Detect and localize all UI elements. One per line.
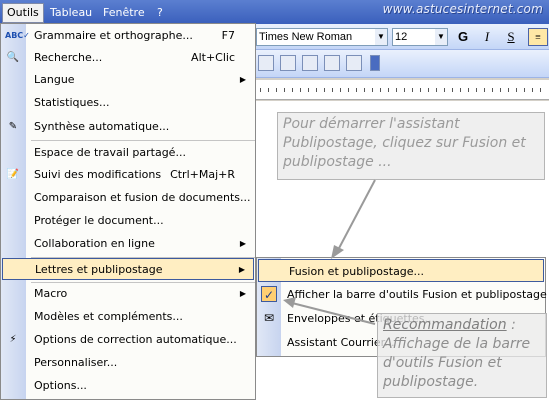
spelling-icon: ABC✓	[5, 31, 30, 40]
menu-item-personnaliser[interactable]: Personnaliser...	[1, 352, 255, 374]
menu-item-correction-auto[interactable]: ⚡ Options de correction automatique...	[1, 329, 255, 351]
callout-heading: Recommandation	[383, 317, 507, 333]
italic-button[interactable]: I	[477, 28, 497, 46]
research-icon: 🔍	[6, 52, 20, 63]
callout-fusion-hint: Pour démarrer l'assistant Publipostage, …	[277, 112, 545, 180]
checkmark-icon: ✓	[261, 286, 277, 302]
underline-button[interactable]: S	[501, 28, 521, 46]
menu-item-lettres-publipostage[interactable]: Lettres et publipostage ▶	[2, 258, 254, 280]
standard-toolbar	[256, 50, 549, 78]
font-name-value: Times New Roman	[259, 31, 353, 43]
submenu-arrow-icon: ▶	[239, 75, 246, 84]
chevron-down-icon[interactable]: ▼	[435, 29, 447, 45]
menu-bar: Outils Tableau Fenêtre ? www.astucesinte…	[0, 0, 549, 24]
menu-item-label: Fusion et publipostage...	[289, 265, 425, 278]
menu-item-recherche[interactable]: 🔍 Recherche... Alt+Clic	[1, 47, 255, 69]
menu-item-label: Langue	[34, 73, 75, 86]
callout-heading-colon: :	[506, 317, 516, 333]
menu-tableau[interactable]: Tableau	[46, 4, 96, 21]
menu-item-suivi[interactable]: 📝 Suivi des modifications Ctrl+Maj+R	[1, 164, 255, 186]
submenu-arrow-icon: ▶	[239, 239, 246, 248]
menu-item-label: Suivi des modifications	[34, 168, 162, 181]
menu-item-langue[interactable]: Langue ▶	[1, 69, 255, 91]
callout-recommandation: Recommandation : Affichage de la barre d…	[377, 313, 547, 398]
submenu-arrow-icon: ▶	[238, 265, 245, 274]
menu-item-label: Lettres et publipostage	[35, 263, 163, 276]
formatting-toolbar: Times New Roman ▼ 12 ▼ G I S ≡	[256, 24, 549, 50]
menu-item-macro[interactable]: Macro ▶	[1, 283, 255, 305]
toolbar-options-icon[interactable]	[370, 55, 380, 71]
menu-item-label: Modèles et compléments...	[34, 310, 183, 323]
menu-item-modeles[interactable]: Modèles et compléments...	[1, 306, 255, 328]
align-left-icon[interactable]: ≡	[528, 28, 548, 46]
menu-item-label: Macro	[34, 287, 68, 300]
menu-item-comparaison[interactable]: Comparaison et fusion de documents...	[1, 187, 255, 209]
menu-item-collaboration[interactable]: Collaboration en ligne ▶	[1, 233, 255, 255]
menu-help[interactable]: ?	[153, 4, 167, 21]
copy-icon[interactable]	[280, 55, 296, 71]
font-size-value: 12	[395, 31, 408, 43]
toolbar-icon[interactable]	[258, 55, 274, 71]
menu-fenetre[interactable]: Fenêtre	[99, 4, 149, 21]
submenu-item-afficher-barre[interactable]: ✓ Afficher la barre d'outils Fusion et p…	[257, 283, 547, 306]
menu-item-label: Options...	[34, 379, 87, 392]
menu-item-label: Comparaison et fusion de documents...	[34, 191, 251, 204]
autocorrect-icon: ⚡	[9, 334, 17, 345]
outils-menu: ABC✓ Grammaire et orthographe... F7 🔍 Re…	[0, 23, 256, 400]
callout-body: Affichage de la barre d'outils Fusion et…	[383, 336, 531, 390]
menu-item-statistiques[interactable]: Statistiques...	[1, 92, 255, 114]
menu-item-label: Options de correction automatique...	[34, 333, 237, 346]
paste-icon[interactable]	[302, 55, 318, 71]
menu-item-label: Afficher la barre d'outils Fusion et pub…	[287, 288, 547, 301]
menu-item-grammaire[interactable]: ABC✓ Grammaire et orthographe... F7	[1, 25, 255, 47]
chevron-down-icon[interactable]: ▼	[375, 29, 387, 45]
horizontal-ruler	[256, 80, 549, 100]
menu-item-label: Statistiques...	[34, 96, 110, 109]
bold-button[interactable]: G	[453, 28, 473, 46]
menu-item-proteger[interactable]: Protéger le document...	[1, 210, 255, 232]
menu-item-synthese[interactable]: ✎ Synthèse automatique...	[1, 116, 255, 138]
menu-outils[interactable]: Outils	[2, 3, 44, 23]
track-changes-icon: 📝	[6, 169, 20, 180]
menu-separator	[31, 140, 255, 141]
envelope-icon: ✉	[263, 311, 275, 325]
menu-item-label: Grammaire et orthographe...	[34, 29, 193, 42]
menu-item-label: Recherche...	[34, 51, 103, 64]
font-name-box[interactable]: Times New Roman ▼	[256, 28, 388, 46]
menu-item-label: Collaboration en ligne	[34, 237, 155, 250]
menu-item-shortcut: F7	[221, 29, 235, 42]
menu-item-label: Personnaliser...	[34, 356, 118, 369]
menu-item-shortcut: Ctrl+Maj+R	[170, 168, 235, 181]
site-watermark: www.astucesinternet.com	[382, 2, 543, 16]
toolbar-icon[interactable]	[346, 55, 362, 71]
menu-item-options[interactable]: Options...	[1, 375, 255, 397]
autosummarize-icon: ✎	[8, 121, 18, 132]
format-painter-icon[interactable]	[324, 55, 340, 71]
menu-item-espace-travail[interactable]: Espace de travail partagé...	[1, 142, 255, 164]
font-size-box[interactable]: 12 ▼	[392, 28, 448, 46]
menu-item-label: Espace de travail partagé...	[34, 146, 186, 159]
menu-item-shortcut: Alt+Clic	[191, 51, 235, 64]
menu-item-label: Protéger le document...	[34, 214, 164, 227]
submenu-item-fusion[interactable]: Fusion et publipostage...	[258, 259, 544, 282]
menu-item-label: Synthèse automatique...	[34, 120, 170, 133]
submenu-arrow-icon: ▶	[239, 289, 246, 298]
